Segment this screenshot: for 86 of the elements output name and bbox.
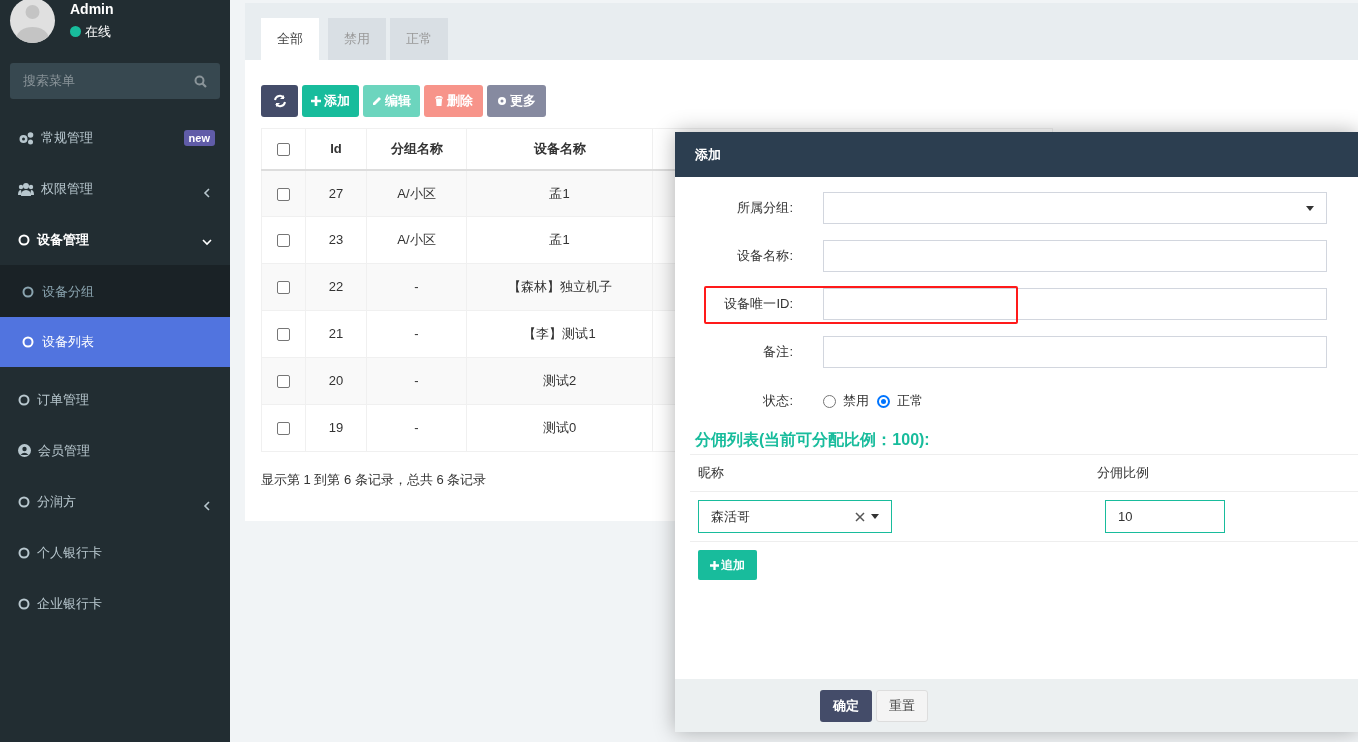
table-cell: 20 (305, 357, 367, 405)
circle-icon (18, 546, 30, 559)
plus-icon (311, 96, 321, 106)
section-heading: 分佣列表(当前可分配比例：100): (694, 430, 931, 450)
new-badge: new (183, 129, 215, 146)
input-field[interactable] (823, 288, 1327, 320)
column-header: 分佣比例 (1097, 464, 1149, 483)
table-cell: 测试0 (466, 404, 653, 452)
caret-icon (1306, 205, 1314, 211)
field-label: 设备名称: (736, 247, 793, 266)
circle-icon (22, 336, 34, 348)
user-status: 在线 (85, 23, 111, 41)
reset-button[interactable]: 重置 (876, 689, 928, 722)
circle-icon (18, 597, 30, 610)
table-cell: - (366, 404, 467, 452)
pencil-icon (372, 96, 382, 106)
dialog-title: 添加 (675, 132, 1358, 177)
table-cell: 22 (305, 263, 367, 311)
sidebar-item[interactable]: 常规管理 new (0, 112, 230, 163)
checkbox[interactable] (277, 281, 290, 295)
caret-icon (871, 514, 879, 519)
circle-icon (22, 286, 34, 298)
table-cell: 19 (305, 404, 367, 452)
avatar (10, 0, 55, 43)
sidebar-item[interactable]: 分润方 (0, 476, 230, 527)
sidebar-item[interactable]: 订单管理 (0, 374, 230, 425)
user-circle-icon (18, 444, 31, 457)
circle-icon (18, 393, 30, 406)
checkbox[interactable] (277, 187, 290, 201)
submenu-item[interactable]: 设备列表 (0, 317, 230, 367)
table-cell: 孟1 (466, 169, 653, 217)
radio-option[interactable]: 禁用 (823, 391, 869, 411)
search-placeholder: 搜索菜单 (23, 72, 75, 91)
search-icon (194, 74, 207, 88)
ratio-input[interactable]: 10 (1105, 500, 1225, 533)
input-field[interactable] (823, 336, 1327, 368)
table-cell: A/小区 (366, 169, 467, 217)
sidebar-item[interactable]: 会员管理 (0, 425, 230, 476)
clear-icon (855, 511, 865, 522)
checkbox[interactable] (277, 375, 290, 389)
gears-icon (18, 130, 34, 145)
refresh-icon (272, 94, 287, 108)
sidebar-item[interactable]: 设备管理 (0, 214, 230, 265)
pagination-info: 显示第 1 到第 6 条记录，总共 6 条记录 (261, 471, 487, 489)
user-name: Admin (70, 0, 114, 19)
checkbox[interactable] (277, 328, 290, 342)
checkbox[interactable] (277, 143, 290, 157)
checkbox[interactable] (277, 422, 290, 436)
sidebar-item[interactable]: 个人银行卡 (0, 527, 230, 578)
users-icon (18, 181, 34, 196)
plus-icon (710, 560, 719, 570)
sidebar-item[interactable]: 企业银行卡 (0, 578, 230, 629)
column-header: 设备名称 (466, 128, 653, 170)
table-cell: - (366, 310, 467, 358)
table-cell: 测试2 (466, 357, 653, 405)
table-cell: 孟1 (466, 216, 653, 264)
field-label: 状态: (762, 392, 793, 411)
gear-icon (497, 96, 507, 106)
table-cell: 23 (305, 216, 367, 264)
tab[interactable]: 全部 (261, 18, 319, 60)
field-label: 所属分组: (736, 199, 793, 218)
table-cell: - (366, 263, 467, 311)
field-label: 备注: (762, 343, 793, 362)
radio-option[interactable]: 正常 (877, 391, 923, 411)
column-header: 分组名称 (366, 128, 467, 170)
table-cell: 27 (305, 169, 367, 217)
nickname-select[interactable]: 森活哥 (698, 500, 892, 533)
circle-icon (18, 495, 30, 508)
refresh-button[interactable] (261, 85, 298, 117)
sidebar-item[interactable]: 权限管理 (0, 163, 230, 214)
checkbox[interactable] (277, 234, 290, 248)
input-field[interactable] (823, 240, 1327, 272)
confirm-button[interactable]: 确定 (820, 689, 872, 722)
table-cell: 【森林】独立机子 (466, 263, 653, 311)
trash-icon (434, 96, 444, 106)
table-cell: 21 (305, 310, 367, 358)
table-cell: - (366, 357, 467, 405)
table-cell: A/小区 (366, 216, 467, 264)
circle-icon (18, 233, 30, 246)
radio-button[interactable] (877, 394, 890, 408)
column-header: Id (305, 128, 367, 170)
column-header: 昵称 (697, 464, 725, 483)
submenu-item[interactable]: 设备分组 (0, 267, 230, 317)
select-field[interactable] (823, 192, 1327, 224)
field-label: 设备唯一ID: (723, 295, 793, 314)
table-cell: 【李】测试1 (466, 310, 653, 358)
